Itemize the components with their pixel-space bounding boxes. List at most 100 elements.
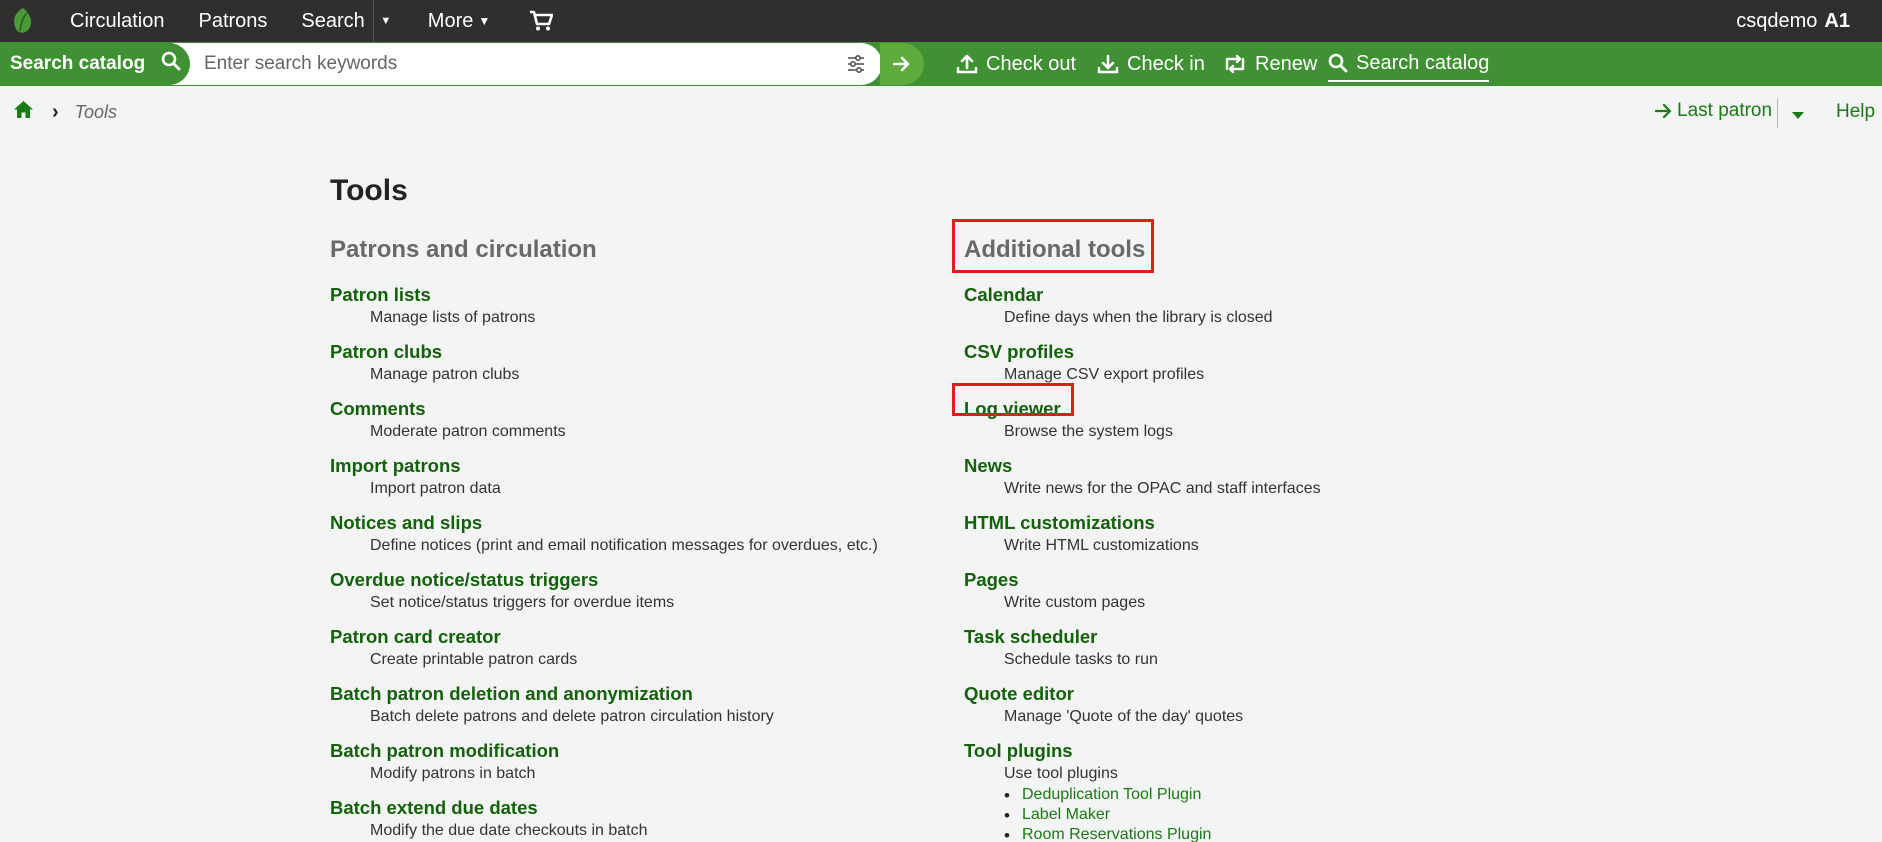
tool-description: Browse the system logs	[1004, 423, 1173, 440]
tool-link-quote-editor[interactable]: Quote editor	[964, 679, 1524, 705]
patrons-circulation-column: Patrons and circulation Patron lists Mana…	[330, 236, 930, 842]
tool-item: Batch patron modification Modify patrons …	[330, 736, 930, 793]
help-link[interactable]: Help	[1836, 101, 1875, 123]
search-field	[172, 43, 882, 85]
search-bar-row: Search catalog Check out Check in Renew …	[0, 42, 1882, 86]
download-icon	[1097, 54, 1119, 74]
tool-description: Define notices (print and email notifica…	[370, 537, 878, 554]
tool-link-csv-profiles[interactable]: CSV profiles	[964, 337, 1524, 363]
tool-item: Calendar Define days when the library is …	[964, 280, 1524, 337]
tool-link-import-patrons[interactable]: Import patrons	[330, 451, 930, 477]
plugin-list: Deduplication Tool Plugin Label Maker Ro…	[964, 786, 1524, 842]
tool-description: Create printable patron cards	[370, 651, 578, 668]
page-title: Tools	[330, 174, 408, 207]
tool-item: Tool plugins Use tool plugins Deduplicati…	[964, 736, 1524, 842]
tool-link-patron-lists[interactable]: Patron lists	[330, 280, 930, 306]
search-catalog-tab[interactable]: Search catalog	[1328, 46, 1490, 82]
tool-item: News Write news for the OPAC and staff in…	[964, 451, 1524, 508]
tool-description: Schedule tasks to run	[1004, 651, 1158, 668]
nav-more[interactable]: More ▼	[398, 0, 507, 42]
search-icon	[1328, 53, 1348, 73]
search-type-selector[interactable]: Search catalog	[0, 43, 190, 85]
cart-icon[interactable]	[507, 0, 575, 42]
tool-link-comments[interactable]: Comments	[330, 394, 930, 420]
retweet-icon	[1225, 54, 1245, 74]
check-out-button[interactable]: Check out	[956, 42, 1076, 86]
tool-item: Overdue notice/status triggers Set notice…	[330, 565, 930, 622]
tool-item: Task scheduler Schedule tasks to run	[964, 622, 1524, 679]
tool-description: Modify the due date checkouts in batch	[370, 822, 648, 839]
tool-description: Write news for the OPAC and staff interf…	[1004, 480, 1321, 497]
tool-description: Use tool plugins	[1004, 765, 1118, 782]
caret-down-icon: ▼	[380, 15, 392, 27]
tool-link-calendar[interactable]: Calendar	[964, 280, 1524, 306]
tool-item: Batch patron deletion and anonymization B…	[330, 679, 930, 736]
renew-button[interactable]: Renew	[1223, 42, 1317, 86]
tool-item: Notices and slips Define notices (print a…	[330, 508, 930, 565]
tool-item: Comments Moderate patron comments	[330, 394, 930, 451]
breadcrumb-current: Tools	[74, 101, 118, 122]
tool-description: Manage patron clubs	[370, 366, 520, 383]
nav-circulation[interactable]: Circulation	[46, 0, 181, 42]
user-name: csqdemo	[1736, 9, 1818, 32]
tool-link-batch-extend-due-dates[interactable]: Batch extend due dates	[330, 793, 930, 819]
check-in-button[interactable]: Check in	[1097, 42, 1205, 86]
nav-more-label: More	[427, 9, 474, 32]
additional-tools-column: Additional tools Calendar Define days whe…	[964, 236, 1524, 842]
tool-description: Moderate patron comments	[370, 423, 566, 440]
sliders-icon[interactable]	[846, 54, 866, 79]
check-out-label: Check out	[986, 52, 1077, 75]
tool-link-tool-plugins[interactable]: Tool plugins	[964, 736, 1524, 762]
tool-item: HTML customizations Write HTML customizat…	[964, 508, 1524, 565]
arrow-right-icon	[1655, 103, 1672, 119]
tool-link-html-customizations[interactable]: HTML customizations	[964, 508, 1524, 534]
renew-label: Renew	[1255, 52, 1318, 75]
breadcrumb: › Tools	[13, 100, 117, 124]
plugin-link-label-maker[interactable]: Label Maker	[1004, 806, 1524, 826]
arrow-right-icon	[893, 56, 910, 72]
tool-link-news[interactable]: News	[964, 451, 1524, 477]
caret-down-icon: ▼	[478, 14, 491, 28]
tool-description: Set notice/status triggers for overdue i…	[370, 594, 675, 611]
tool-link-notices-slips[interactable]: Notices and slips	[330, 508, 930, 534]
caret-down-icon[interactable]	[1792, 107, 1804, 125]
tool-description: Define days when the library is closed	[1004, 309, 1273, 326]
search-input[interactable]	[204, 53, 804, 75]
tool-link-pages[interactable]: Pages	[964, 565, 1524, 591]
tool-link-patron-card-creator[interactable]: Patron card creator	[330, 622, 930, 648]
tool-item: Patron card creator Create printable patr…	[330, 622, 930, 679]
koha-logo-icon[interactable]	[0, 0, 46, 42]
tool-link-overdue-triggers[interactable]: Overdue notice/status triggers	[330, 565, 930, 591]
search-dropdown-toggle[interactable]: ▼	[372, 0, 398, 42]
highlight-box	[952, 383, 1074, 416]
search-submit-button[interactable]	[880, 43, 924, 85]
tool-link-batch-patron-modification[interactable]: Batch patron modification	[330, 736, 930, 762]
last-patron-button[interactable]: Last patron	[1655, 100, 1772, 122]
home-icon[interactable]	[13, 100, 34, 124]
tool-link-batch-patron-deletion[interactable]: Batch patron deletion and anonymization	[330, 679, 930, 705]
tool-link-task-scheduler[interactable]: Task scheduler	[964, 622, 1524, 648]
tool-item: Quote editor Manage 'Quote of the day' qu…	[964, 679, 1524, 736]
upload-icon	[956, 54, 978, 74]
plugin-link-room-reservations[interactable]: Room Reservations Plugin	[1004, 826, 1524, 842]
tool-description: Manage 'Quote of the day' quotes	[1004, 708, 1244, 725]
plugin-link-deduplication[interactable]: Deduplication Tool Plugin	[1004, 786, 1524, 806]
tool-description: Write HTML customizations	[1004, 537, 1199, 554]
user-branch: A1	[1824, 9, 1850, 32]
tool-description: Write custom pages	[1004, 594, 1146, 611]
tool-item: Patron clubs Manage patron clubs	[330, 337, 930, 394]
nav-search[interactable]: Search	[284, 0, 372, 42]
tool-description: Modify patrons in batch	[370, 765, 536, 782]
tool-item: Pages Write custom pages	[964, 565, 1524, 622]
divider	[1777, 98, 1778, 128]
user-menu[interactable]: csqdemo A1	[1736, 0, 1850, 42]
tool-item: Patron lists Manage lists of patrons	[330, 280, 930, 337]
tool-link-patron-clubs[interactable]: Patron clubs	[330, 337, 930, 363]
last-patron-label: Last patron	[1677, 100, 1773, 121]
search-catalog-label: Search catalog	[1356, 51, 1490, 74]
section-heading: Patrons and circulation	[330, 236, 597, 263]
tool-description: Manage lists of patrons	[370, 309, 536, 326]
breadcrumb-separator-icon: ›	[52, 100, 59, 123]
nav-patrons[interactable]: Patrons	[181, 0, 284, 42]
tool-item: Batch extend due dates Modify the due dat…	[330, 793, 930, 842]
